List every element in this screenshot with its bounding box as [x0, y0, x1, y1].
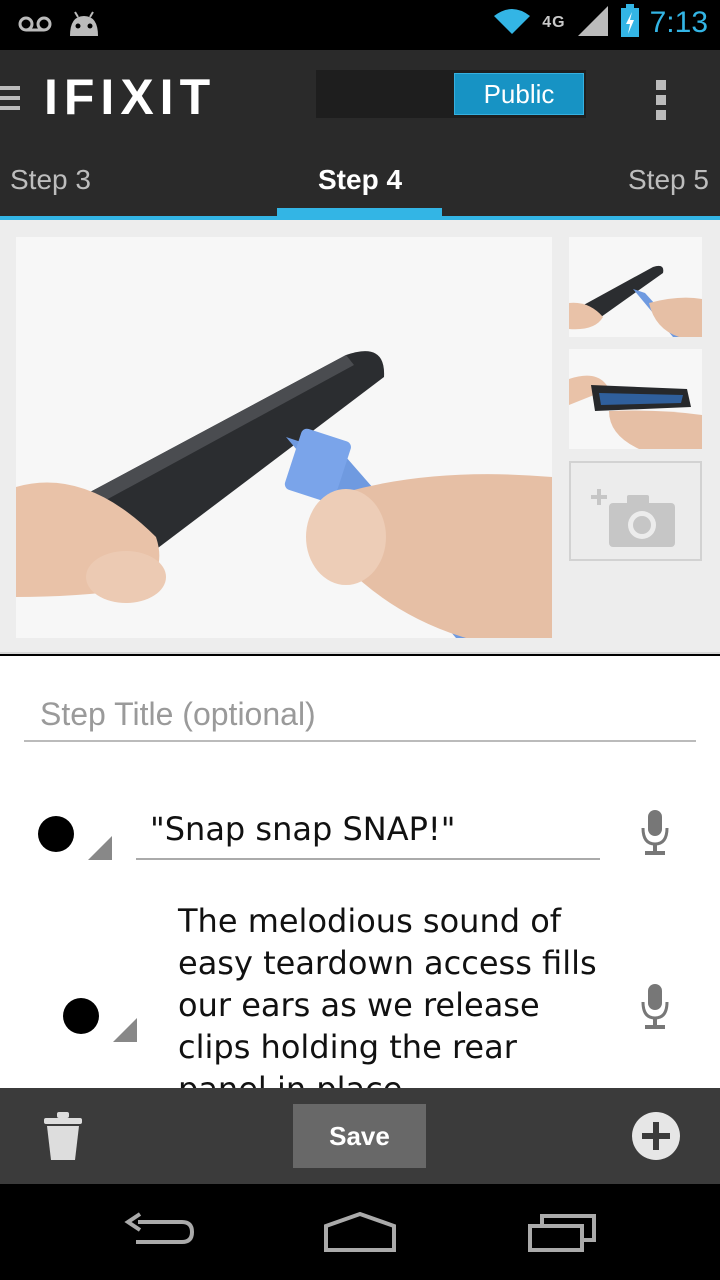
- step-editor: "Snap snap SNAP!" The melodious sound of…: [0, 656, 720, 1088]
- microphone-icon[interactable]: [640, 982, 670, 1030]
- bullet-dot: [38, 816, 74, 852]
- add-photo-button[interactable]: [569, 461, 702, 561]
- step-line-field-1[interactable]: "Snap snap SNAP!": [136, 804, 600, 860]
- action-bar: IFIXIT Public: [0, 50, 720, 146]
- app-logo[interactable]: IFIXIT: [44, 68, 216, 126]
- step-line-text-1: "Snap snap SNAP!": [150, 810, 456, 848]
- network-type-label: 4G: [542, 14, 566, 31]
- photo-thumbnail-1[interactable]: [569, 237, 702, 337]
- visibility-toggle[interactable]: Public: [316, 70, 586, 118]
- bullet-color-picker-1[interactable]: [24, 804, 112, 860]
- main-step-photo[interactable]: [16, 237, 552, 638]
- step-title-field[interactable]: [24, 690, 696, 742]
- bullet-color-picker-2[interactable]: [49, 986, 137, 1042]
- step-tabs: Step 3 Step 4 Step 5: [0, 146, 720, 220]
- media-area: [0, 220, 720, 654]
- bullet-dot: [63, 998, 99, 1034]
- dropdown-corner-icon: [113, 1018, 137, 1042]
- dropdown-corner-icon: [88, 836, 112, 860]
- step-line-text-2[interactable]: The melodious sound of easy teardown acc…: [178, 900, 598, 1088]
- wifi-icon: [492, 6, 532, 40]
- add-camera-icon: [591, 489, 675, 547]
- menu-icon[interactable]: [0, 86, 20, 112]
- home-icon[interactable]: [322, 1211, 398, 1256]
- status-bar: 4G 7:13: [0, 0, 720, 50]
- photo-thumbnail-2[interactable]: [569, 349, 702, 449]
- tab-step-3[interactable]: Step 3: [10, 164, 91, 196]
- voicemail-icon: [18, 14, 52, 38]
- trash-icon[interactable]: [42, 1110, 84, 1166]
- save-button[interactable]: Save: [293, 1104, 426, 1168]
- add-icon[interactable]: [630, 1110, 682, 1166]
- active-tab-indicator: [277, 208, 442, 218]
- navigation-bar: [0, 1184, 720, 1280]
- step-title-input[interactable]: [24, 690, 696, 738]
- tab-step-4[interactable]: Step 4: [318, 164, 402, 196]
- public-button[interactable]: Public: [454, 73, 584, 115]
- overflow-menu-icon[interactable]: [656, 80, 668, 120]
- tab-step-5[interactable]: Step 5: [628, 164, 709, 196]
- microphone-icon[interactable]: [640, 808, 670, 856]
- recent-apps-icon[interactable]: [526, 1212, 598, 1256]
- clock: 7:13: [649, 6, 708, 39]
- android-icon: [66, 10, 102, 42]
- back-icon[interactable]: [124, 1212, 196, 1256]
- bottom-action-bar: Save: [0, 1088, 720, 1184]
- battery-charging-icon: [620, 4, 640, 42]
- signal-icon: [576, 4, 610, 42]
